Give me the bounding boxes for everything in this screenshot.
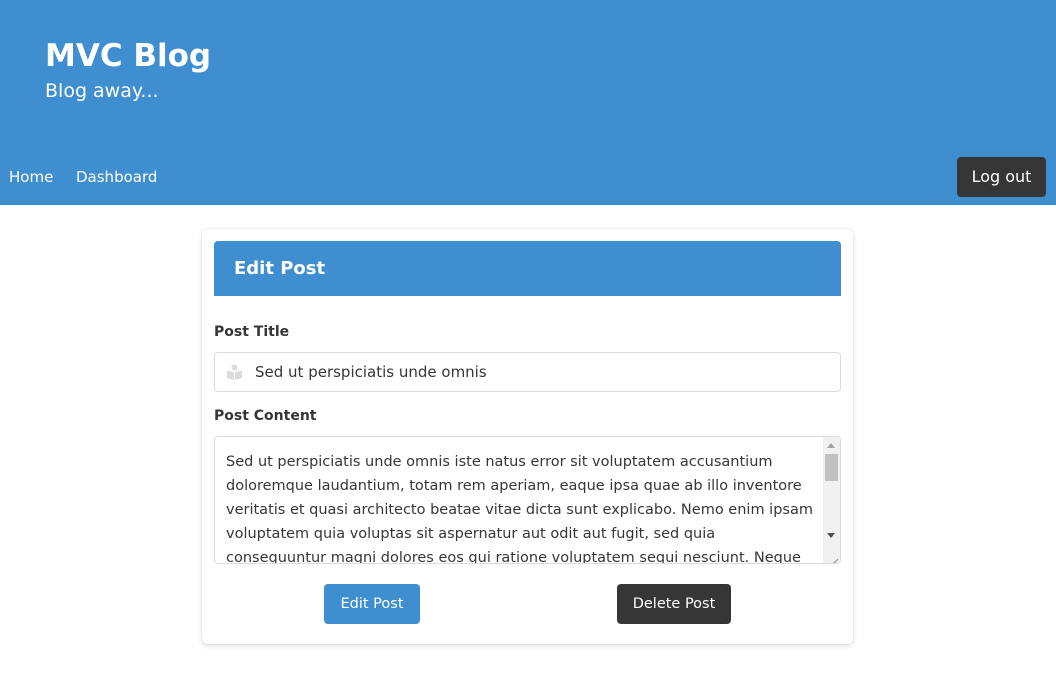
post-content-label: Post Content: [214, 408, 317, 424]
edit-post-button[interactable]: Edit Post: [324, 584, 420, 624]
scroll-thumb[interactable]: [825, 454, 838, 481]
site-title: MVC Blog: [45, 38, 212, 74]
post-title-value: Sed ut perspiciatis unde omnis: [255, 363, 487, 381]
post-content-value: Sed ut perspiciatis unde omnis iste natu…: [226, 454, 813, 564]
card-title: Edit Post: [234, 258, 326, 279]
scroll-up-arrow-icon[interactable]: [827, 443, 835, 448]
scroll-down-arrow-icon[interactable]: [827, 533, 835, 538]
post-title-input[interactable]: Sed ut perspiciatis unde omnis: [214, 352, 841, 392]
delete-post-button[interactable]: Delete Post: [617, 584, 731, 624]
nav-home-link[interactable]: Home: [9, 166, 53, 188]
edit-post-card: Edit Post Post Title Sed ut perspiciatis…: [202, 229, 853, 644]
textarea-scrollbar[interactable]: [823, 437, 840, 563]
resize-grip-icon[interactable]: [829, 552, 839, 563]
book-reader-icon: [226, 364, 243, 380]
site-header: MVC Blog Blog away... Home Dashboard Log…: [0, 0, 1056, 205]
site-subtitle: Blog away...: [45, 80, 159, 102]
post-title-label: Post Title: [214, 324, 290, 340]
logout-button[interactable]: Log out: [957, 157, 1046, 197]
post-content-textarea[interactable]: Sed ut perspiciatis unde omnis iste natu…: [214, 436, 841, 564]
nav-dashboard-link[interactable]: Dashboard: [76, 166, 157, 188]
card-header: Edit Post: [214, 241, 841, 296]
